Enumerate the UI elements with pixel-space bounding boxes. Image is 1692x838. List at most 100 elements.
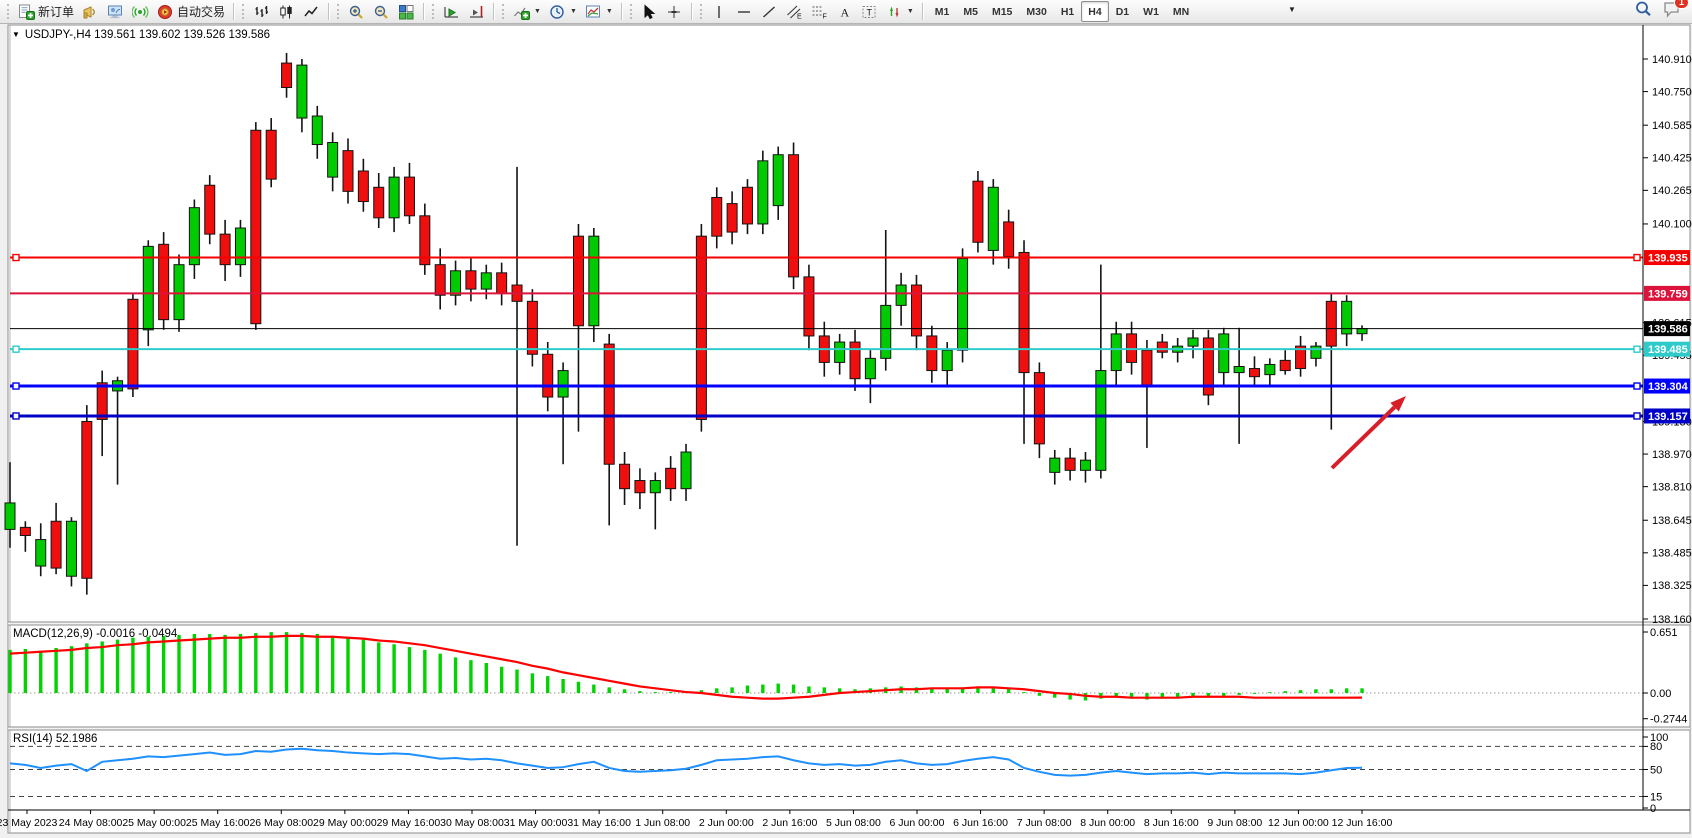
macd-tick-label: -0.2744 (1650, 714, 1687, 726)
timeframe-m5-button[interactable]: M5 (956, 1, 985, 22)
timeframe-mn-button[interactable]: MN (1166, 1, 1196, 22)
arrows-button[interactable]: ▼ (882, 1, 918, 23)
crosshair-button[interactable] (662, 1, 687, 23)
trendline-button[interactable] (757, 1, 782, 23)
svg-text:139.586: 139.586 (1648, 324, 1688, 336)
publish-button[interactable] (78, 1, 103, 23)
price-tick-label: 140.585 (1652, 120, 1692, 132)
macd-tick-label: 0.651 (1650, 627, 1678, 639)
price-tag-139.304[interactable]: 139.304 (1644, 379, 1690, 394)
svg-text:139.935: 139.935 (1648, 253, 1688, 265)
chart-canvas[interactable]: 140.910140.750140.585140.425140.265140.1… (0, 0, 1692, 838)
line-chart-mode-button[interactable] (299, 1, 324, 23)
zoom-in-icon (348, 4, 365, 20)
autoscroll-icon (443, 4, 460, 20)
candlestick-mode-button[interactable] (274, 1, 299, 23)
toolbar-overflow-chevron-icon[interactable]: ▼ (1288, 5, 1296, 14)
hline-handle[interactable] (1634, 255, 1640, 261)
equidistant-channel-button[interactable]: E (782, 1, 807, 23)
svg-text:A: A (840, 5, 849, 19)
template-icon (585, 4, 602, 20)
text-button[interactable]: A (832, 1, 857, 23)
price-tag-139.485[interactable]: 139.485 (1644, 342, 1690, 357)
price-tick-label: 140.100 (1652, 219, 1692, 231)
text-label-button[interactable]: T (857, 1, 882, 23)
chart-shift-button[interactable] (464, 1, 489, 23)
svg-text:F: F (822, 13, 826, 20)
new-order-button[interactable]: 新订单 (14, 1, 78, 23)
autotrade-button[interactable]: 自动交易 (153, 1, 229, 23)
indicators-dropdown-caret-icon[interactable]: ▼ (534, 8, 541, 15)
price-tick-label: 138.810 (1652, 481, 1692, 493)
collapse-triangle-icon[interactable]: ▼ (12, 30, 20, 39)
toolbar-separator (691, 3, 693, 20)
timeframe-m1-button[interactable]: M1 (928, 1, 957, 22)
time-tick-label: 6 Jun 16:00 (953, 817, 1008, 829)
timeframe-m15-button[interactable]: M15 (985, 1, 1019, 22)
hline-handle[interactable] (1634, 413, 1640, 419)
price-tag-139.935[interactable]: 139.935 (1644, 250, 1690, 265)
indicators-button[interactable]: ▼ (509, 1, 545, 23)
time-tick-label: 31 May 16:00 (567, 817, 631, 829)
toolbar-group-grip[interactable] (502, 4, 506, 19)
hline-handle[interactable] (13, 346, 19, 352)
timeframe-h4-button[interactable]: H4 (1081, 1, 1108, 22)
zoom-in-button[interactable] (344, 1, 369, 23)
toolbar-group-grip[interactable] (432, 4, 436, 19)
search-icon[interactable] (1634, 0, 1653, 23)
rsi-tick-label: 15 (1650, 791, 1662, 803)
candles-icon (278, 4, 295, 20)
price-tick-label: 140.425 (1652, 153, 1692, 165)
toolbar-group-grip[interactable] (242, 4, 246, 19)
timeframe-m30-button[interactable]: M30 (1019, 1, 1053, 22)
tile-icon (398, 4, 415, 20)
toolbar-group-grip[interactable] (630, 4, 634, 19)
market-button[interactable] (103, 1, 128, 23)
horizontal-line-button[interactable] (732, 1, 757, 23)
new-order-label: 新订单 (38, 2, 74, 22)
auto-scroll-button[interactable] (439, 1, 464, 23)
price-tag-139.586[interactable]: 139.586 (1644, 321, 1690, 336)
timeframe-d1-button[interactable]: D1 (1109, 1, 1136, 22)
indicators-icon (513, 4, 530, 20)
hline-handle[interactable] (1634, 346, 1640, 352)
fibonacci-button[interactable]: F (807, 1, 832, 23)
chat-icon[interactable]: 1 (1663, 0, 1682, 23)
timeframe-h1-button[interactable]: H1 (1054, 1, 1081, 22)
vertical-line-button[interactable] (707, 1, 732, 23)
cursor-button[interactable] (637, 1, 662, 23)
arrows-dropdown-caret-icon[interactable]: ▼ (907, 8, 914, 15)
autotrade-label: 自动交易 (177, 2, 225, 22)
toolbar-separator (922, 3, 924, 20)
tile-windows-button[interactable] (394, 1, 419, 23)
vline-icon (711, 4, 728, 20)
toolbar-group-grip[interactable] (337, 4, 341, 19)
toolbar-separator (233, 3, 235, 20)
time-tick-label: 30 May 08:00 (440, 817, 504, 829)
periods-dropdown-caret-icon[interactable]: ▼ (570, 8, 577, 15)
svg-text:T: T (866, 7, 872, 17)
bar-chart-mode-button[interactable] (249, 1, 274, 23)
time-tick-label: 26 May 08:00 (249, 817, 313, 829)
hline-handle[interactable] (1634, 383, 1640, 389)
time-tick-label: 9 Jun 08:00 (1207, 817, 1262, 829)
price-tag-139.759[interactable]: 139.759 (1644, 286, 1690, 301)
toolbar-group-grip[interactable] (700, 4, 704, 19)
time-tick-label: 25 May 16:00 (186, 817, 250, 829)
hline-handle[interactable] (13, 383, 19, 389)
price-tag-139.157[interactable]: 139.157 (1644, 408, 1690, 423)
time-tick-label: 29 May 16:00 (377, 817, 441, 829)
hline-handle[interactable] (13, 413, 19, 419)
time-tick-label: 5 Jun 08:00 (826, 817, 881, 829)
templates-dropdown-caret-icon[interactable]: ▼ (606, 8, 613, 15)
svg-text:E: E (797, 13, 802, 20)
zoom-out-button[interactable] (369, 1, 394, 23)
rsi-tick-label: 0 (1650, 803, 1656, 815)
periods-button[interactable]: ▼ (545, 1, 581, 23)
templates-button[interactable]: ▼ (581, 1, 617, 23)
signals-button[interactable] (128, 1, 153, 23)
label-icon: T (861, 4, 878, 20)
hline-handle[interactable] (13, 255, 19, 261)
timeframe-w1-button[interactable]: W1 (1136, 1, 1166, 22)
toolbar-group-grip[interactable] (7, 4, 11, 19)
